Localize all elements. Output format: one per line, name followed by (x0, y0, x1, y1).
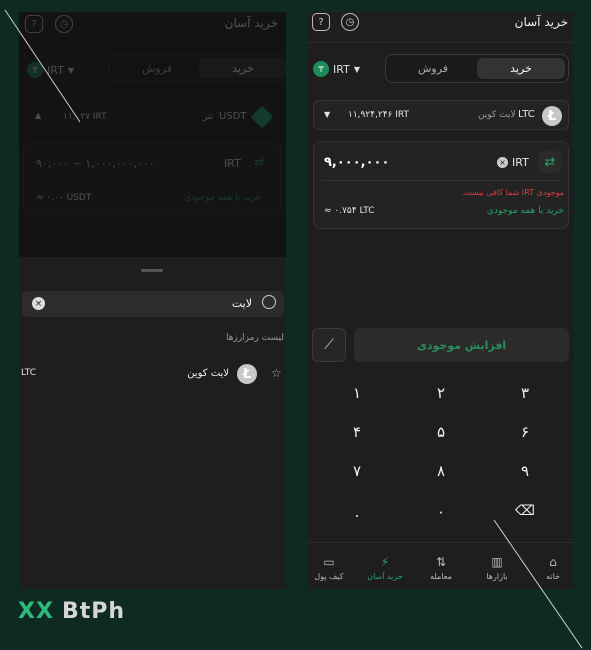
brand-name: BtPh (61, 599, 126, 624)
brand-mark: XX (18, 599, 54, 624)
decorative-lines (4, 9, 583, 649)
brand-logo: XX BtPh (18, 599, 125, 624)
